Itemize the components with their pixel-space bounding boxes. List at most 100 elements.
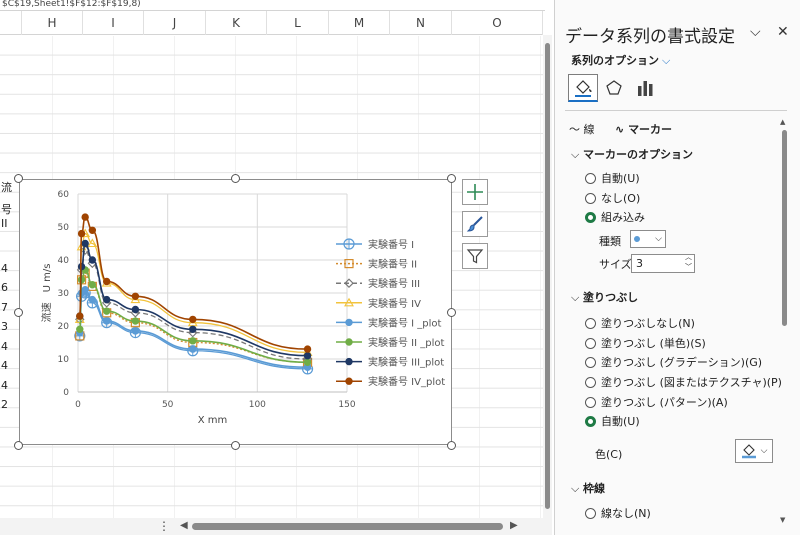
- marker-type-select[interactable]: ⌵: [630, 230, 666, 248]
- horizontal-scrollbar[interactable]: ⋮ ◀ ▶: [0, 518, 552, 535]
- legend-entry[interactable]: 実験番号 II: [368, 258, 417, 271]
- radio-circle[interactable]: [585, 507, 596, 519]
- radio-circle[interactable]: [585, 317, 596, 329]
- data-point-marker[interactable]: [102, 307, 111, 315]
- cell[interactable]: 流: [0, 179, 16, 195]
- split-handle-icon[interactable]: ⋮: [158, 519, 170, 533]
- cell[interactable]: 4: [0, 359, 16, 372]
- data-point-marker[interactable]: [88, 281, 97, 289]
- resize-handle[interactable]: [231, 174, 240, 183]
- series-options-dropdown[interactable]: 系列のオプション ⌵: [571, 52, 670, 68]
- legend-entry[interactable]: 実験番号 IV: [368, 297, 421, 310]
- data-point-marker[interactable]: [102, 295, 111, 304]
- data-point-marker[interactable]: [76, 312, 84, 320]
- fill-color-button[interactable]: ⌵: [735, 439, 773, 463]
- column-k[interactable]: K: [206, 11, 267, 35]
- column-j[interactable]: J: [144, 11, 206, 35]
- radio-fill-none[interactable]: 塗りつぶしなし(N): [585, 315, 695, 331]
- radio-marker-none[interactable]: なし(O): [585, 190, 640, 206]
- scroll-up-arrow-icon[interactable]: ▲: [780, 118, 785, 126]
- data-point-marker[interactable]: [189, 325, 197, 334]
- data-point-marker[interactable]: [81, 213, 89, 221]
- data-point-marker[interactable]: [102, 277, 111, 286]
- tab-series-options[interactable]: [630, 74, 660, 102]
- legend-entry[interactable]: 実験番号 IV_plot: [368, 375, 445, 388]
- cell[interactable]: 4: [0, 262, 16, 275]
- data-point-marker[interactable]: [345, 357, 353, 366]
- column-i[interactable]: I: [83, 11, 144, 35]
- data-point-marker[interactable]: [102, 317, 111, 325]
- data-point-marker[interactable]: [303, 352, 312, 360]
- cell[interactable]: 4: [0, 340, 16, 353]
- data-point-marker[interactable]: [131, 317, 140, 325]
- tab-fill-line[interactable]: [568, 74, 598, 102]
- column-n[interactable]: N: [390, 11, 452, 35]
- data-point-marker[interactable]: [131, 327, 140, 335]
- data-point-marker[interactable]: [345, 338, 353, 346]
- resize-handle[interactable]: [447, 174, 456, 183]
- spinner-arrows-icon[interactable]: ︿ ﹀: [685, 252, 692, 272]
- legend-entry[interactable]: 実験番号 II _plot: [368, 336, 444, 349]
- radio-circle[interactable]: [585, 396, 596, 408]
- radio-fill-picture[interactable]: 塗りつぶし (図またはテクスチャ)(P): [585, 374, 782, 390]
- resize-handle[interactable]: [14, 174, 23, 183]
- chart-object[interactable]: 0 10 20 30 40 50 60 0 50 100 150 X mm 流速 U m/s 実験番号 I…: [19, 179, 452, 445]
- radio-fill-solid[interactable]: 塗りつぶし (単色)(S): [585, 335, 706, 351]
- pane-scrollbar[interactable]: ▲ ▼: [780, 118, 788, 528]
- resize-handle[interactable]: [14, 308, 23, 317]
- pane-options-chevron-icon[interactable]: ⌵: [750, 24, 761, 40]
- column-l[interactable]: L: [267, 11, 329, 35]
- section-border[interactable]: ⌵ 枠線: [571, 480, 605, 496]
- cell[interactable]: 6: [0, 281, 16, 294]
- close-icon[interactable]: ✕: [777, 24, 789, 40]
- radio-circle[interactable]: [585, 172, 596, 184]
- column-o[interactable]: O: [452, 11, 543, 35]
- scroll-right-arrow-icon[interactable]: ▶: [510, 520, 518, 531]
- data-point-marker[interactable]: [131, 292, 140, 301]
- data-point-marker[interactable]: [303, 358, 312, 367]
- data-point-marker[interactable]: [77, 229, 86, 238]
- radio-circle-selected[interactable]: [585, 415, 596, 427]
- subtab-marker[interactable]: ∿ マーカー: [615, 121, 672, 137]
- scroll-down-arrow-icon[interactable]: ▼: [780, 516, 785, 524]
- marker-size-spinner[interactable]: 3 ︿ ﹀: [631, 252, 695, 273]
- data-point-marker[interactable]: [88, 256, 97, 264]
- chart-filters-button[interactable]: [462, 243, 488, 269]
- scroll-left-arrow-icon[interactable]: ◀: [180, 520, 188, 531]
- vertical-scrollbar[interactable]: [543, 35, 552, 518]
- section-fill[interactable]: ⌵ 塗りつぶし: [571, 289, 638, 305]
- radio-circle[interactable]: [585, 376, 596, 388]
- resize-handle[interactable]: [447, 308, 456, 317]
- data-point-marker[interactable]: [189, 315, 197, 324]
- data-point-marker[interactable]: [131, 305, 140, 314]
- radio-marker-auto[interactable]: 自動(U): [585, 170, 640, 186]
- resize-handle[interactable]: [14, 441, 23, 450]
- data-point-marker[interactable]: [88, 226, 97, 234]
- vertical-scroll-thumb[interactable]: [545, 43, 550, 509]
- legend-entry[interactable]: 実験番号 III_plot: [368, 356, 444, 369]
- subtab-line[interactable]: 〜 線: [569, 121, 595, 137]
- data-point-marker[interactable]: [345, 377, 353, 385]
- data-point-marker[interactable]: [189, 345, 197, 353]
- legend-entry[interactable]: 実験番号 I _plot: [368, 316, 442, 329]
- tab-effects[interactable]: [599, 74, 629, 102]
- chart-styles-button[interactable]: [462, 211, 488, 237]
- radio-circle-selected[interactable]: [585, 211, 596, 223]
- radio-fill-auto[interactable]: 自動(U): [585, 413, 640, 429]
- resize-handle[interactable]: [447, 441, 456, 450]
- radio-circle[interactable]: [585, 192, 596, 204]
- chart-plot[interactable]: 0 10 20 30 40 50 60 0 50 100 150 X mm 流速 U m/s 実験番号 I…: [20, 180, 451, 444]
- pane-scroll-thumb[interactable]: [782, 130, 787, 326]
- radio-circle[interactable]: [585, 356, 596, 368]
- column-h[interactable]: H: [22, 11, 83, 35]
- legend-entry[interactable]: 実験番号 I: [368, 238, 414, 251]
- radio-circle[interactable]: [585, 337, 596, 349]
- cell[interactable]: 3: [0, 320, 16, 333]
- data-point-marker[interactable]: [76, 325, 84, 334]
- radio-border-none[interactable]: 線なし(N): [585, 505, 651, 521]
- chart-elements-button[interactable]: [462, 179, 488, 205]
- column-m[interactable]: M: [329, 11, 390, 35]
- resize-handle[interactable]: [231, 441, 240, 450]
- horizontal-scroll-thumb[interactable]: [192, 523, 503, 530]
- section-marker-options[interactable]: ⌵ マーカーのオプション: [571, 146, 693, 162]
